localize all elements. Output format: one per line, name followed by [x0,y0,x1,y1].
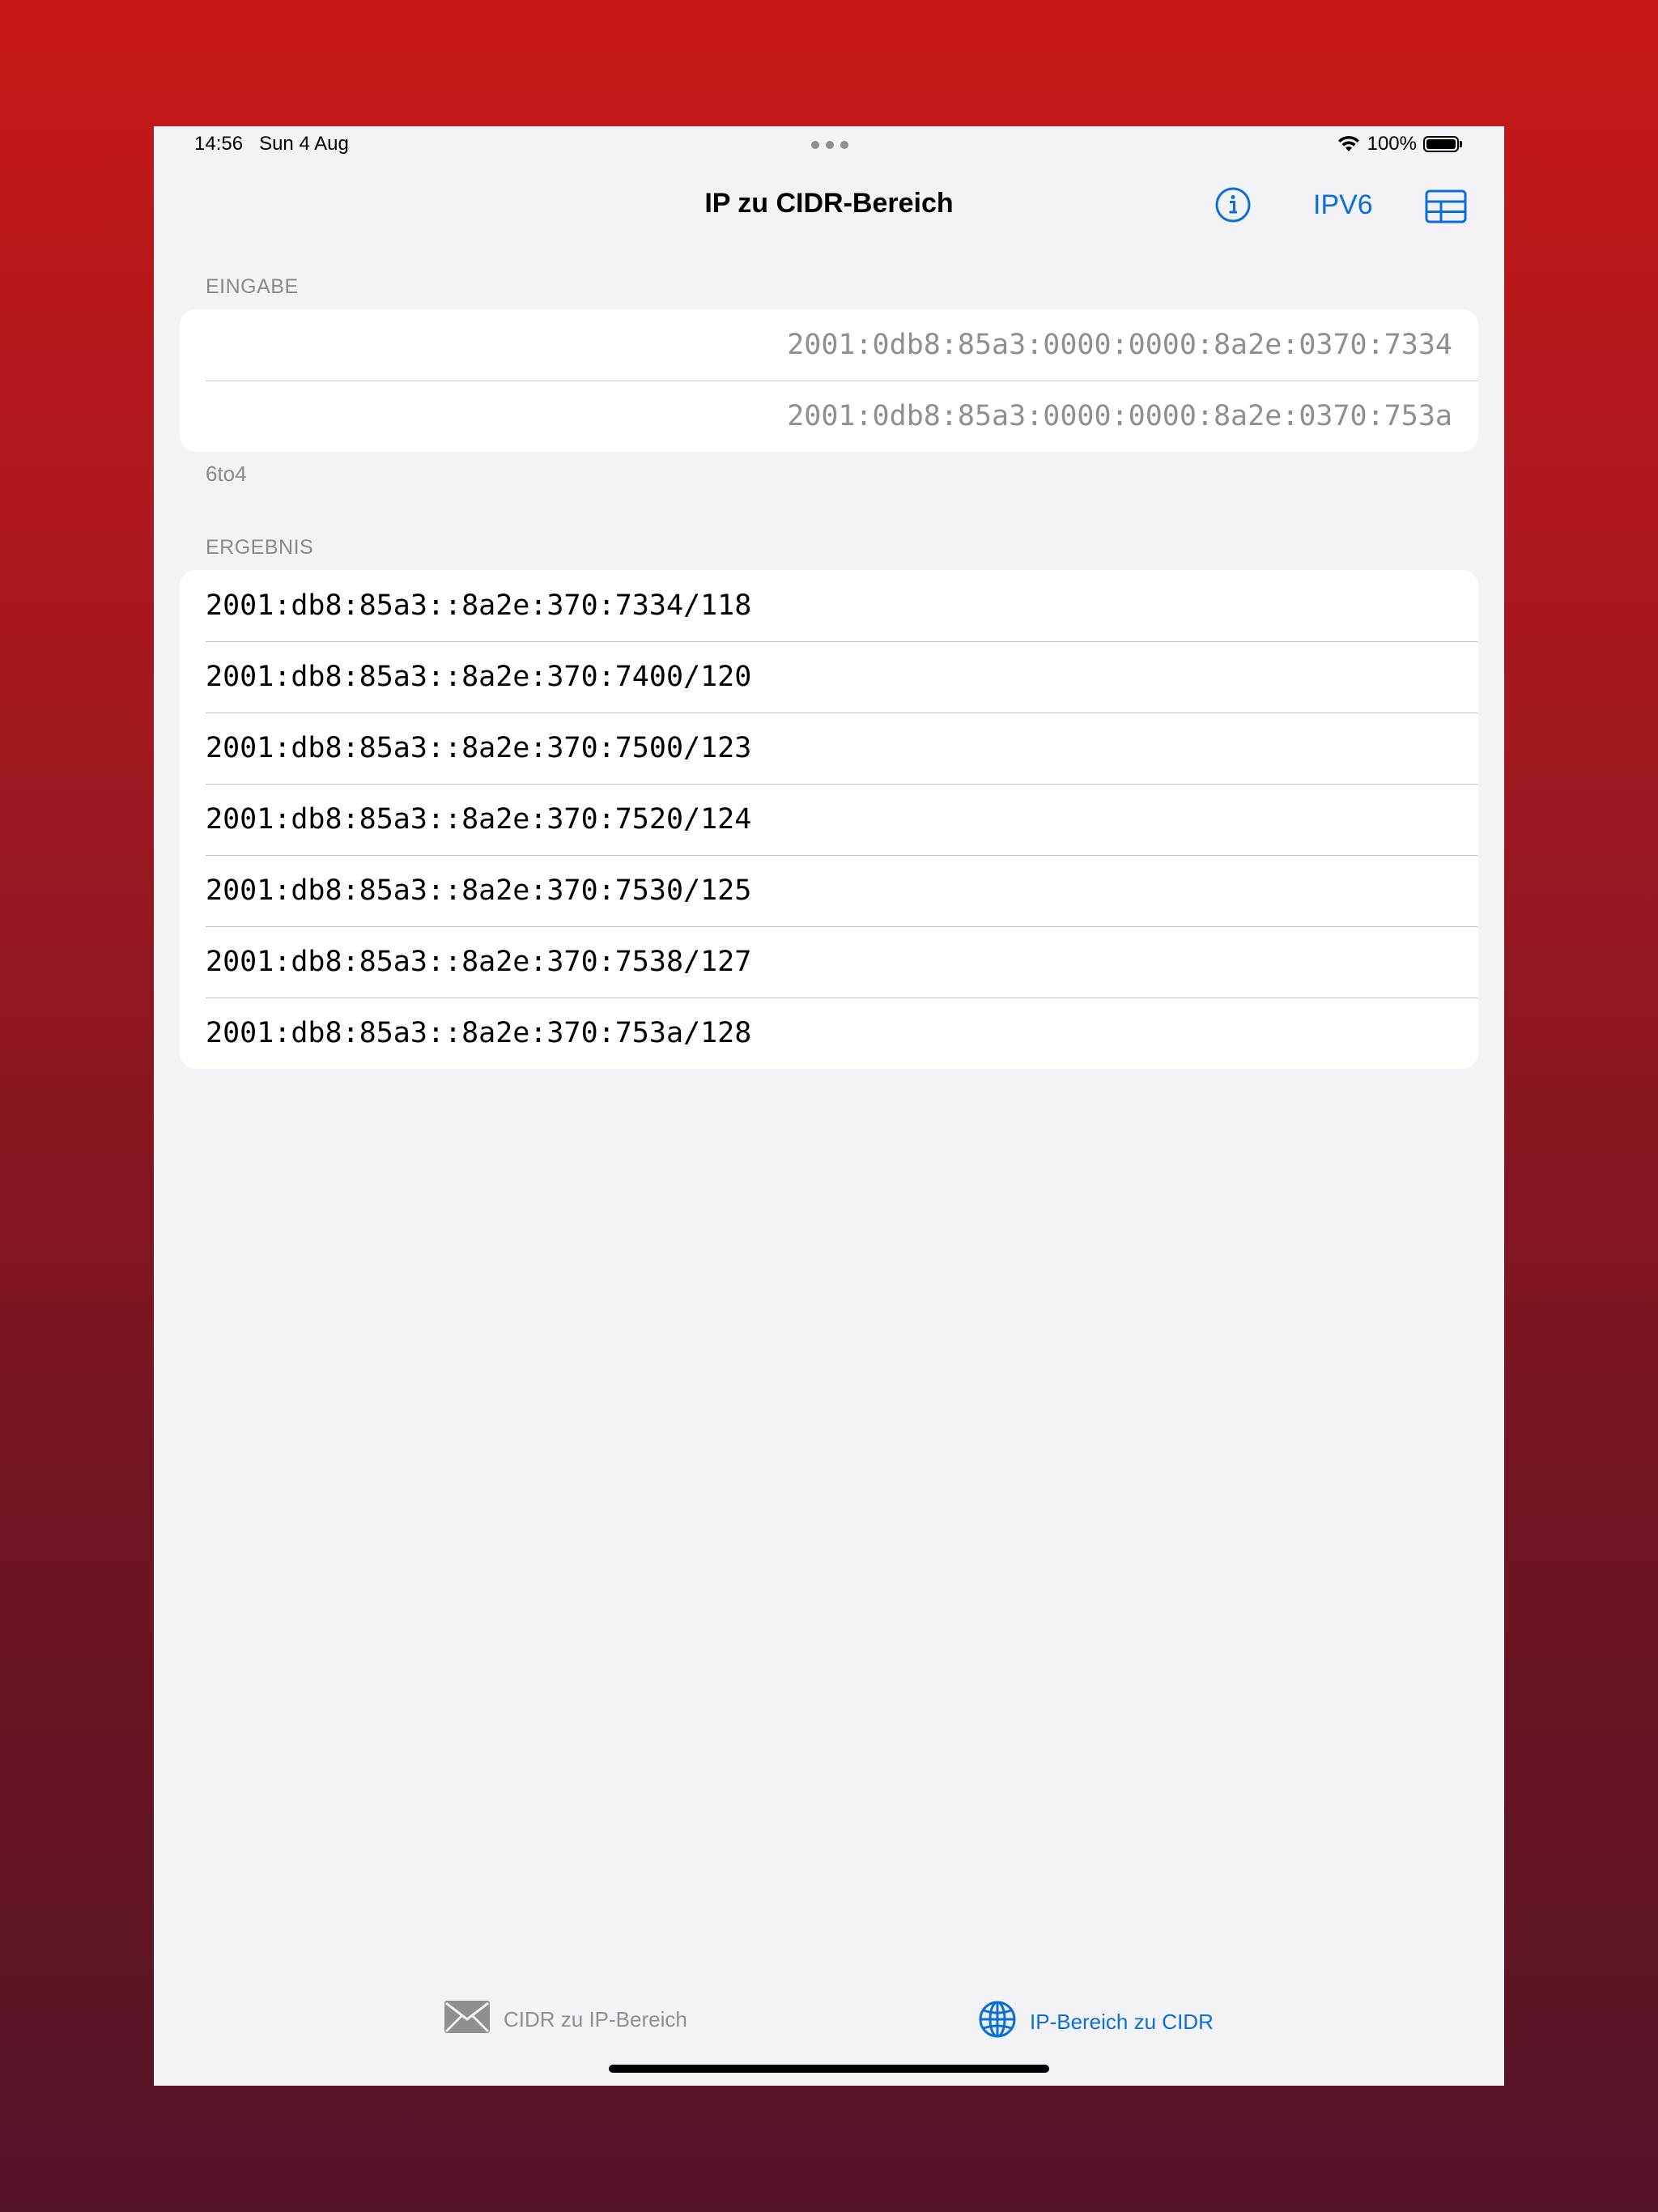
tab-cidr-to-ip-range[interactable]: CIDR zu IP-Bereich [444,2000,687,2040]
home-indicator[interactable] [609,2065,1049,2073]
multitasking-dots-icon[interactable] [811,141,848,149]
envelope-icon [444,2000,491,2040]
result-row[interactable]: 2001:db8:85a3::8a2e:370:7334/118 [180,570,1478,641]
battery-icon [1423,136,1462,152]
status-clock: 14:56 [194,133,244,155]
result-card: 2001:db8:85a3::8a2e:370:7334/118 2001:db… [180,570,1478,1069]
tab-bar: CIDR zu IP-Bereich IP-Bereich zu CIDR [154,2000,1504,2048]
start-ip-field[interactable]: 2001:0db8:85a3:0000:0000:8a2e:0370:7334 [180,309,1478,381]
ipad-screen: 14:56 Sun 4 Aug 100% IP zu CIDR-Bereich … [154,126,1504,2086]
tab-label: CIDR zu IP-Bereich [504,2007,687,2031]
status-date: Sun 4 Aug [259,133,349,155]
result-row[interactable]: 2001:db8:85a3::8a2e:370:7500/123 [180,713,1478,784]
result-row[interactable]: 2001:db8:85a3::8a2e:370:753a/128 [180,998,1478,1069]
input-card: 2001:0db8:85a3:0000:0000:8a2e:0370:7334 … [180,309,1478,452]
end-ip-field[interactable]: 2001:0db8:85a3:0000:0000:8a2e:0370:753a [180,381,1478,452]
status-indicators: 100% [1337,133,1462,155]
table-icon[interactable] [1425,189,1467,223]
info-icon[interactable] [1214,186,1252,223]
input-section-header: EINGABE [206,275,299,298]
globe-icon [978,2000,1017,2044]
result-section-header: ERGEBNIS [206,536,314,559]
result-row[interactable]: 2001:db8:85a3::8a2e:370:7530/125 [180,855,1478,926]
tab-ip-range-to-cidr[interactable]: IP-Bereich zu CIDR [978,2000,1214,2044]
ipv6-toggle-button[interactable]: IPV6 [1313,189,1373,221]
status-time: 14:56 Sun 4 Aug [194,133,349,155]
page-title: IP zu CIDR-Bereich [704,188,954,219]
wifi-icon [1337,135,1361,153]
tab-label: IP-Bereich zu CIDR [1030,2010,1214,2034]
result-row[interactable]: 2001:db8:85a3::8a2e:370:7520/124 [180,784,1478,855]
input-section-footer: 6to4 [206,462,247,486]
battery-percentage: 100% [1367,133,1417,155]
result-row[interactable]: 2001:db8:85a3::8a2e:370:7538/127 [180,926,1478,998]
result-row[interactable]: 2001:db8:85a3::8a2e:370:7400/120 [180,641,1478,713]
